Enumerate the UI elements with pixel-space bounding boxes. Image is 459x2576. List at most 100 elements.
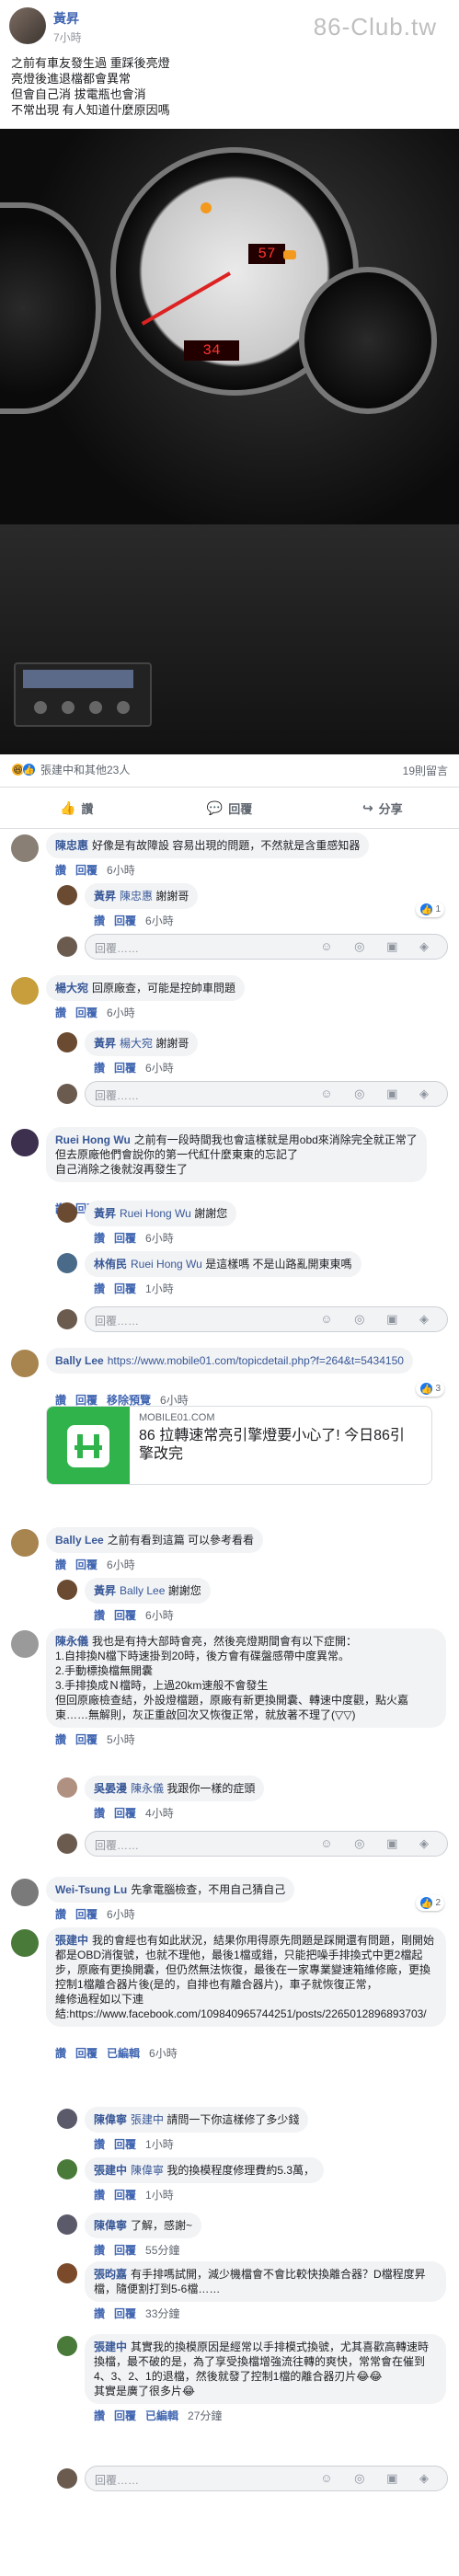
comment-like-link[interactable]: 讚	[55, 1908, 66, 1921]
reply-tool-icons[interactable]: ☺ ◎ ▣ ◈	[320, 1312, 438, 1327]
mention-tag[interactable]: 陳永儀	[131, 1782, 164, 1795]
comment-button[interactable]: 💬 回覆	[153, 788, 305, 828]
commenter-avatar[interactable]	[57, 1202, 77, 1223]
comment-like-link[interactable]: 讚	[94, 2307, 105, 2320]
comment-reply-link[interactable]: 回覆	[114, 1282, 136, 1295]
comment-reply-link[interactable]: 回覆	[75, 2047, 98, 2060]
comment-time[interactable]: 6小時	[145, 1062, 174, 1075]
commenter-avatar[interactable]	[57, 1253, 77, 1273]
post-photo[interactable]: 57 34	[0, 129, 459, 754]
comment-like-link[interactable]: 讚	[94, 1062, 105, 1075]
comment-reply-link[interactable]: 回覆	[114, 2138, 136, 2151]
comment-like-link[interactable]: 讚	[55, 2047, 66, 2060]
comment-like-link[interactable]: 讚	[55, 864, 66, 877]
reaction-names[interactable]: 張建中和其他23人	[40, 762, 130, 777]
commenter-avatar[interactable]	[11, 1879, 39, 1906]
comment-time[interactable]: 6小時	[107, 1006, 135, 1019]
comment-reaction-badge[interactable]: 👍 2	[416, 1895, 444, 1911]
comment-like-link[interactable]: 讚	[55, 1558, 66, 1571]
commenter-avatar[interactable]	[57, 2214, 77, 2235]
mention-tag[interactable]: Ruei Hong Wu	[131, 1258, 202, 1271]
commenter-name[interactable]: Bally Lee	[55, 1534, 104, 1547]
comment-time[interactable]: 33分鐘	[145, 2307, 179, 2320]
comment-reply-link[interactable]: 回覆	[75, 1394, 98, 1407]
share-button[interactable]: ↪ 分享	[306, 788, 459, 828]
commenter-name[interactable]: 楊大宛	[55, 982, 88, 995]
commenter-avatar[interactable]	[57, 1777, 77, 1798]
commenter-avatar[interactable]	[11, 1350, 39, 1377]
commenter-avatar[interactable]	[57, 1032, 77, 1052]
comment-like-link[interactable]: 讚	[94, 2244, 105, 2257]
mention-tag[interactable]: Ruei Hong Wu	[120, 1207, 191, 1220]
reply-tool-icons[interactable]: ☺ ◎ ▣ ◈	[320, 1836, 438, 1851]
commenter-avatar[interactable]	[57, 2109, 77, 2129]
reply-input[interactable]: 回覆…… ☺ ◎ ▣ ◈	[85, 1306, 448, 1332]
comment-time[interactable]: 6小時	[107, 1558, 135, 1571]
comment-reply-link[interactable]: 回覆	[75, 864, 98, 877]
comment-time[interactable]: 55分鐘	[145, 2244, 179, 2257]
comment-time[interactable]: 27分鐘	[188, 2409, 222, 2422]
comment-reply-link[interactable]: 回覆	[114, 1062, 136, 1075]
comment-reply-link[interactable]: 回覆	[114, 1232, 136, 1245]
commenter-name[interactable]: 張昀嘉	[94, 2268, 127, 2281]
reply-input[interactable]: 回覆…… ☺ ◎ ▣ ◈	[85, 934, 448, 960]
reply-tool-icons[interactable]: ☺ ◎ ▣ ◈	[320, 939, 438, 954]
commenter-avatar[interactable]	[11, 1529, 39, 1557]
comment-like-link[interactable]: 讚	[94, 2189, 105, 2202]
comment-like-link[interactable]: 讚	[94, 914, 105, 927]
comment-time[interactable]: 5小時	[107, 1733, 135, 1746]
mention-tag[interactable]: 楊大宛	[120, 1037, 153, 1050]
commenter-name[interactable]: 張建中	[94, 2164, 127, 2177]
commenter-name[interactable]: 陳忠惠	[55, 839, 88, 852]
comment-time[interactable]: 1小時	[145, 1282, 174, 1295]
commenter-avatar[interactable]	[57, 2159, 77, 2179]
commenter-name[interactable]: 黃昇	[94, 1037, 116, 1050]
comment-time[interactable]: 6小時	[107, 864, 135, 877]
comment-reaction-badge[interactable]: 👍 1	[416, 902, 444, 917]
commenter-name[interactable]: 張建中	[55, 1934, 88, 1947]
commenter-avatar[interactable]	[57, 885, 77, 905]
comment-reply-link[interactable]: 回覆	[75, 1908, 98, 1921]
comment-time[interactable]: 4小時	[145, 1807, 174, 1820]
commenter-avatar[interactable]	[11, 1129, 39, 1156]
comment-like-link[interactable]: 讚	[94, 1232, 105, 1245]
comment-time[interactable]: 6小時	[145, 1232, 174, 1245]
commenter-name[interactable]: 吳晏漫	[94, 1782, 127, 1795]
commenter-avatar[interactable]	[57, 2263, 77, 2283]
mention-tag[interactable]: Bally Lee	[120, 1584, 165, 1597]
comment-time[interactable]: 6小時	[145, 1609, 174, 1622]
comment-count[interactable]: 19則留言	[403, 763, 448, 778]
comment-reply-link[interactable]: 回覆	[114, 2189, 136, 2202]
comment-time[interactable]: 6小時	[107, 1908, 135, 1921]
comment-reply-link[interactable]: 回覆	[114, 1609, 136, 1622]
commenter-name[interactable]: 陳偉寧	[94, 2113, 127, 2126]
commenter-avatar[interactable]	[11, 834, 39, 862]
comment-extra-link[interactable]: 已編輯	[145, 2409, 178, 2422]
reply-input[interactable]: 回覆…… ☺ ◎ ▣ ◈	[85, 2466, 448, 2491]
comment-time[interactable]: 1小時	[145, 2189, 174, 2202]
link-preview-card[interactable]: MOBILE01.COM 86 拉轉速常亮引擎燈要小心了! 今日86引擎改完	[46, 1406, 432, 1485]
comment-extra-link[interactable]: 已編輯	[107, 2047, 140, 2060]
reply-input[interactable]: 回覆…… ☺ ◎ ▣ ◈	[85, 1831, 448, 1857]
comment-reply-link[interactable]: 回覆	[114, 2409, 136, 2422]
comment-time[interactable]: 6小時	[145, 914, 174, 927]
commenter-name[interactable]: 黃昇	[94, 1584, 116, 1597]
comment-reply-link[interactable]: 回覆	[114, 1807, 136, 1820]
commenter-avatar[interactable]	[11, 1630, 39, 1658]
commenter-avatar[interactable]	[11, 977, 39, 1005]
reply-tool-icons[interactable]: ☺ ◎ ▣ ◈	[320, 1087, 438, 1101]
commenter-name[interactable]: Ruei Hong Wu	[55, 1133, 131, 1146]
comment-like-link[interactable]: 讚	[94, 1609, 105, 1622]
commenter-name[interactable]: Bally Lee	[55, 1354, 104, 1367]
reaction-summary[interactable]: 😆 👍 張建中和其他23人 19則留言	[0, 756, 459, 782]
comment-reply-link[interactable]: 回覆	[114, 2244, 136, 2257]
commenter-name[interactable]: Wei-Tsung Lu	[55, 1883, 127, 1896]
post-time[interactable]: 7小時	[53, 29, 82, 45]
comment-like-link[interactable]: 讚	[55, 1006, 66, 1019]
commenter-name[interactable]: 林侑民	[94, 1258, 127, 1271]
mention-tag[interactable]: 陳偉寧	[131, 2164, 164, 2177]
commenter-avatar[interactable]	[57, 1580, 77, 1600]
comment-time[interactable]: 6小時	[149, 2047, 178, 2060]
comment-reply-link[interactable]: 回覆	[114, 914, 136, 927]
author-avatar[interactable]	[9, 7, 46, 44]
